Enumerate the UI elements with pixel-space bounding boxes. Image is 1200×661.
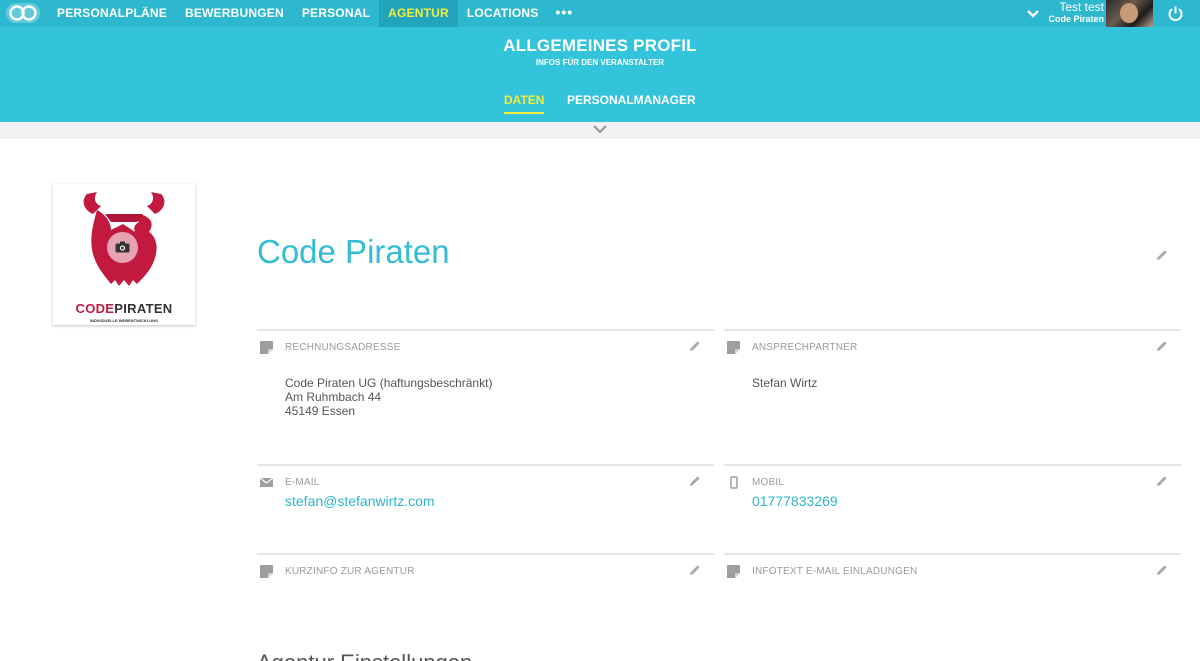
email-field: E-MAIL stefan@stefanwirtz.com bbox=[257, 464, 714, 552]
chevron-down-icon[interactable] bbox=[592, 124, 608, 134]
billing-address-field: RECHNUNGSADRESSE Code Piraten UG (haftun… bbox=[257, 329, 714, 463]
mobile-field: MOBIL 01777833269 bbox=[724, 464, 1181, 552]
field-value: Stefan Wirtz bbox=[752, 376, 818, 390]
top-navbar: PERSONALPLÄNE BEWERBUNGEN PERSONAL AGENT… bbox=[0, 0, 1200, 27]
edit-pencil-icon[interactable] bbox=[1156, 475, 1168, 487]
logo-tagline: INDIVIDUELLE WEBENTWICKLUNG bbox=[89, 318, 159, 323]
address-line: Am Ruhmbach 44 bbox=[285, 390, 382, 404]
note-icon bbox=[727, 565, 740, 578]
field-label: KURZINFO ZUR AGENTUR bbox=[285, 566, 415, 577]
envelope-icon bbox=[260, 477, 273, 487]
mobile-phone-icon bbox=[730, 476, 738, 489]
contact-person-field: ANSPRECHPARTNER Stefan Wirtz bbox=[724, 329, 1181, 463]
address-line: Code Piraten UG (haftungsbeschränkt) bbox=[285, 376, 493, 390]
nav-item-locations[interactable]: LOCATIONS bbox=[458, 0, 548, 27]
page-title: ALLGEMEINES PROFIL bbox=[503, 36, 697, 55]
avatar[interactable] bbox=[1106, 0, 1153, 27]
note-icon bbox=[260, 565, 273, 578]
section-heading: Agentur Einstellungen bbox=[257, 650, 472, 661]
user-company: Code Piraten bbox=[1048, 14, 1104, 24]
upload-photo-button[interactable] bbox=[107, 232, 138, 263]
mobile-link[interactable]: 01777833269 bbox=[752, 493, 838, 509]
chevron-down-icon[interactable] bbox=[1026, 7, 1040, 21]
nav-item-agentur[interactable]: AGENTUR bbox=[379, 0, 458, 27]
email-link[interactable]: stefan@stefanwirtz.com bbox=[285, 493, 435, 509]
camera-icon bbox=[115, 241, 130, 253]
field-label: E-MAIL bbox=[285, 477, 320, 488]
edit-pencil-icon[interactable] bbox=[1156, 340, 1168, 352]
edit-pencil-icon[interactable] bbox=[689, 340, 701, 352]
edit-pencil-icon[interactable] bbox=[1156, 249, 1168, 261]
main-nav: PERSONALPLÄNE BEWERBUNGEN PERSONAL AGENT… bbox=[48, 0, 581, 27]
agency-name: Code Piraten bbox=[257, 233, 450, 270]
agency-logo-card[interactable]: CODEPIRATEN INDIVIDUELLE WEBENTWICKLUNG bbox=[53, 184, 195, 325]
note-icon bbox=[727, 341, 740, 354]
logo-brand-text: CODEPIRATEN bbox=[75, 301, 173, 316]
field-label: MOBIL bbox=[752, 477, 785, 488]
page-subtitle: INFOS FÜR DEN VERANSTALTER bbox=[535, 58, 665, 67]
invite-text-field: INFOTEXT E-MAIL EINLADUNGEN bbox=[724, 553, 1181, 623]
tab-personalmanager[interactable]: PERSONALMANAGER bbox=[567, 93, 696, 107]
field-label: INFOTEXT E-MAIL EINLADUNGEN bbox=[752, 566, 918, 577]
nav-item-bewerbungen[interactable]: BEWERBUNGEN bbox=[176, 0, 293, 27]
nav-item-personal[interactable]: PERSONAL bbox=[293, 0, 379, 27]
app-logo-icon[interactable] bbox=[6, 3, 40, 23]
edit-pencil-icon[interactable] bbox=[689, 475, 701, 487]
field-value: Code Piraten UG (haftungsbeschränkt) Am … bbox=[285, 376, 492, 418]
profile-header: ALLGEMEINES PROFIL INFOS FÜR DEN VERANST… bbox=[0, 27, 1200, 122]
edit-pencil-icon[interactable] bbox=[1156, 564, 1168, 576]
note-icon bbox=[260, 341, 273, 354]
power-icon[interactable] bbox=[1167, 5, 1184, 22]
address-line: 45149 Essen bbox=[285, 404, 356, 418]
header-collapse-bar[interactable] bbox=[0, 122, 1200, 138]
user-menu[interactable]: Test test Code Piraten bbox=[1048, 0, 1104, 25]
tab-daten[interactable]: DATEN bbox=[504, 93, 545, 114]
nav-more-button[interactable]: ••• bbox=[547, 0, 581, 27]
short-info-field: KURZINFO ZUR AGENTUR bbox=[257, 553, 714, 623]
user-name: Test test bbox=[1059, 0, 1104, 14]
field-label: RECHNUNGSADRESSE bbox=[285, 342, 401, 353]
field-label: ANSPRECHPARTNER bbox=[752, 342, 858, 353]
nav-item-personalplaene[interactable]: PERSONALPLÄNE bbox=[48, 0, 176, 27]
edit-pencil-icon[interactable] bbox=[689, 564, 701, 576]
